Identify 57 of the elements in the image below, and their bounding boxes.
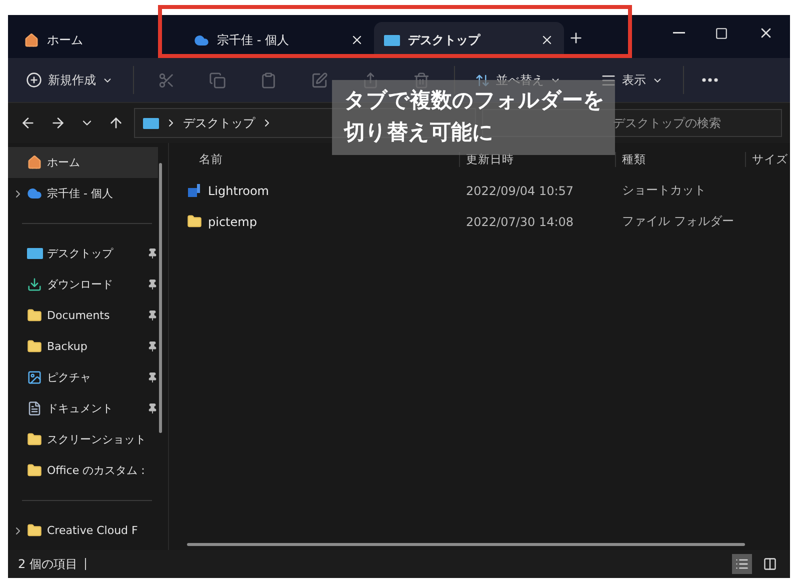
close-icon[interactable] [350,33,364,47]
sidebar-item[interactable]: スクリーンショット [8,424,158,455]
maximize-icon [715,26,728,40]
sidebar-item[interactable]: ドキュメント [8,393,158,424]
sidebar-item[interactable]: Office のカスタム : [8,455,158,486]
sidebar-item[interactable]: ピクチャ [8,362,158,393]
table-cell-text: ショートカット [621,182,707,199]
clipboard-icon [260,72,277,88]
sidebar-item[interactable]: ダウンロード [8,269,158,300]
panel-icon [763,557,777,571]
minimize-icon [673,32,685,34]
home-icon [27,155,42,170]
sidebar-item[interactable]: Backup [8,331,158,362]
list-icon [735,557,749,571]
sidebar-item[interactable]: Documents [8,300,158,331]
shortcut-icon [187,183,202,198]
picture-icon [27,370,42,385]
tab[interactable]: 宗千佳 - 個人 [184,22,374,58]
cloud-icon [27,186,42,201]
close-icon[interactable] [540,33,554,47]
pencil-icon [311,72,328,88]
home-icon [24,32,39,48]
tab[interactable]: ホーム [14,22,184,58]
file-name[interactable]: pictemp [208,214,257,228]
monitor-icon [384,34,400,46]
folder-icon [27,339,42,354]
table-cell-text: ファイル フォルダー [621,213,735,230]
folder-icon [27,308,42,323]
copy-icon [209,72,226,88]
cloud-icon [194,32,209,48]
sidebar-item[interactable]: ホーム [8,147,158,178]
scrollbar[interactable] [159,163,162,433]
column-header[interactable]: 名前 [169,152,459,166]
sidebar-item[interactable]: 宗千佳 - 個人 [8,178,158,209]
details-view-button[interactable] [732,554,752,574]
folder-icon [187,214,202,229]
more-icon [702,78,718,82]
column-header[interactable]: サイズ [745,152,790,166]
file-name[interactable]: Lightroom [208,184,269,198]
breadcrumb[interactable]: デスクトップ [183,114,255,132]
monitor-icon [143,116,159,130]
plus-icon [568,30,584,46]
item-count: 2 個の項目 [18,556,78,572]
monitor-icon [27,247,43,260]
folder-icon [27,463,42,478]
folder-icon [27,523,42,538]
document-icon [27,401,42,416]
table-cell-text: 2022/07/30 14:08 [465,214,575,228]
new-button[interactable]: 新規作成 [20,70,119,90]
sidebar-item[interactable]: デスクトップ [8,238,158,269]
scissors-icon [158,72,175,88]
download-icon [27,277,42,292]
folder-icon [27,432,42,447]
scrollbar[interactable] [187,543,745,546]
plus-circle-icon [26,72,42,88]
sidebar-item[interactable]: Creative Cloud F [8,515,158,546]
table-cell-text: 2022/09/04 10:57 [465,184,575,198]
